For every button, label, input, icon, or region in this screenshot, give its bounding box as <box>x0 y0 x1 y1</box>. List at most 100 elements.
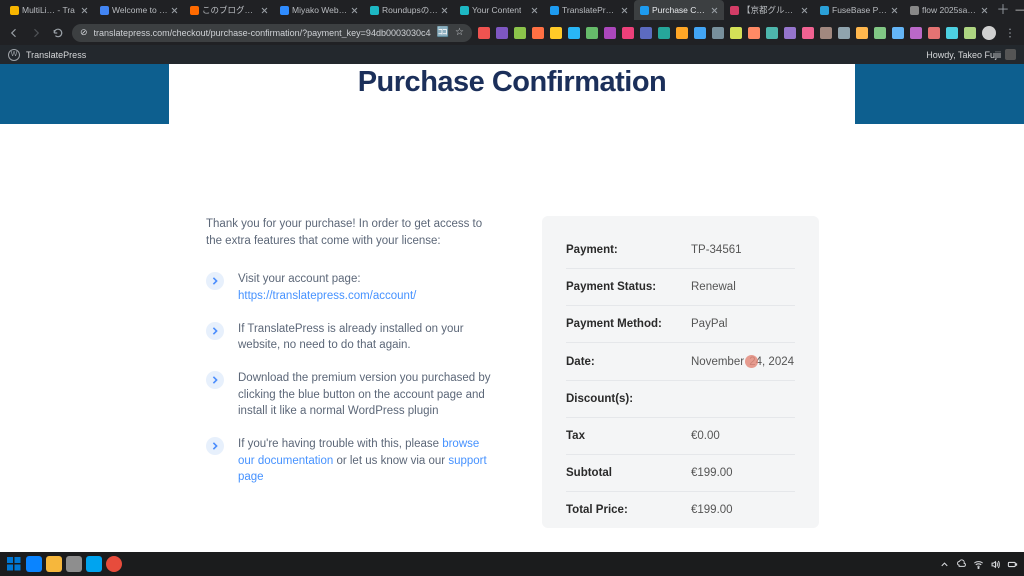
summary-row: Payment Status:Renewal <box>566 269 795 306</box>
cloud-icon[interactable] <box>956 559 967 570</box>
extension-icon[interactable] <box>532 27 544 39</box>
close-tab-icon[interactable] <box>801 7 808 14</box>
extension-icon[interactable] <box>838 27 850 39</box>
extension-icon[interactable] <box>568 27 580 39</box>
wp-howdy[interactable]: Howdy, Takeo Fujii <box>926 49 1016 60</box>
close-tab-icon[interactable] <box>981 7 988 14</box>
extension-icon[interactable] <box>928 27 940 39</box>
extensions-strip <box>478 27 976 39</box>
site-info-icon[interactable]: ⊘ <box>80 27 88 38</box>
tab-title: このブログは最… <box>202 4 258 16</box>
browser-tab[interactable]: このブログは最… <box>184 0 274 20</box>
url-input[interactable] <box>94 28 431 38</box>
windows-taskbar <box>0 552 1024 576</box>
step-link[interactable]: https://translatepress.com/account/ <box>238 290 416 302</box>
close-tab-icon[interactable] <box>711 7 718 14</box>
forward-button[interactable] <box>28 25 44 41</box>
step-text: Download the premium version you purchas… <box>238 370 496 420</box>
close-tab-icon[interactable] <box>891 7 898 14</box>
favicon <box>910 6 919 15</box>
extension-icon[interactable] <box>604 27 616 39</box>
page-title: Purchase Confirmation <box>358 66 667 99</box>
tab-title: 【京都グルメ】京… <box>742 4 798 16</box>
wp-user-avatar <box>1005 49 1016 60</box>
extension-icon[interactable] <box>676 27 688 39</box>
browser-tab[interactable]: 【京都グルメ】京… <box>724 0 814 20</box>
extension-icon[interactable] <box>784 27 796 39</box>
browser-tab[interactable]: Welcome to D… <box>94 0 184 20</box>
extension-icon[interactable] <box>712 27 724 39</box>
step-link[interactable]: browse our documentation <box>238 438 479 467</box>
battery-icon[interactable] <box>1007 559 1018 570</box>
extension-icon[interactable] <box>802 27 814 39</box>
taskbar-app[interactable] <box>26 556 42 572</box>
extension-icon[interactable] <box>622 27 634 39</box>
extension-icon[interactable] <box>766 27 778 39</box>
taskbar-app[interactable] <box>86 556 102 572</box>
bookmark-icon[interactable]: ☆ <box>455 27 464 38</box>
browser-tab[interactable]: MultiLi… - Tra <box>4 0 94 20</box>
new-tab-button[interactable]: ＋ <box>994 2 1012 20</box>
extension-icon[interactable] <box>856 27 868 39</box>
extension-icon[interactable] <box>586 27 598 39</box>
wp-howdy-text: Howdy, Takeo Fujii <box>926 50 1001 60</box>
close-tab-icon[interactable] <box>531 7 538 14</box>
chrome-menu-button[interactable] <box>1002 25 1018 41</box>
browser-tab[interactable]: FuseBase Pro… <box>814 0 904 20</box>
wp-logo-icon[interactable] <box>8 49 20 61</box>
extension-icon[interactable] <box>820 27 832 39</box>
summary-label: Total Price: <box>566 504 691 516</box>
tab-title: Miyako Web A… <box>292 5 348 15</box>
browser-tab[interactable]: Roundupsの作… <box>364 0 454 20</box>
extension-icon[interactable] <box>478 27 490 39</box>
browser-tab[interactable]: flow 2025san… <box>904 0 994 20</box>
taskbar-app[interactable] <box>66 556 82 572</box>
taskbar-app[interactable] <box>106 556 122 572</box>
back-button[interactable] <box>6 25 22 41</box>
close-tab-icon[interactable] <box>621 7 628 14</box>
browser-chrome: MultiLi… - TraWelcome to D… このブログは最… Miyak… <box>0 0 1024 64</box>
arrow-right-icon <box>206 437 224 455</box>
close-tab-icon[interactable] <box>351 7 358 14</box>
close-tab-icon[interactable] <box>441 7 448 14</box>
extension-icon[interactable] <box>910 27 922 39</box>
intro-text: Thank you for your purchase! In order to… <box>206 216 496 249</box>
translate-icon[interactable]: 🈁 <box>437 27 449 38</box>
summary-label: Payment Status: <box>566 281 691 293</box>
reload-button[interactable] <box>50 25 66 41</box>
wp-site-name[interactable]: TranslatePress <box>26 50 86 60</box>
address-bar[interactable]: ⊘ 🈁 ☆ <box>72 24 472 42</box>
extension-icon[interactable] <box>964 27 976 39</box>
extension-icon[interactable] <box>694 27 706 39</box>
minimize-button[interactable]: — <box>1012 0 1024 20</box>
extension-icon[interactable] <box>514 27 526 39</box>
extension-icon[interactable] <box>550 27 562 39</box>
close-tab-icon[interactable] <box>171 7 178 14</box>
taskbar-app[interactable] <box>46 556 62 572</box>
extension-icon[interactable] <box>496 27 508 39</box>
annotation-dot <box>745 355 758 368</box>
extension-icon[interactable] <box>874 27 886 39</box>
extension-icon[interactable] <box>730 27 742 39</box>
extension-icon[interactable] <box>658 27 670 39</box>
favicon <box>100 6 109 15</box>
summary-value: PayPal <box>691 318 727 330</box>
browser-tab[interactable]: Miyako Web A… <box>274 0 364 20</box>
wifi-icon[interactable] <box>973 559 984 570</box>
profile-avatar[interactable] <box>982 26 996 40</box>
browser-tab[interactable]: Your Content <box>454 0 544 20</box>
close-tab-icon[interactable] <box>81 7 88 14</box>
extension-icon[interactable] <box>946 27 958 39</box>
extension-icon[interactable] <box>892 27 904 39</box>
extension-icon[interactable] <box>640 27 652 39</box>
summary-value: Renewal <box>691 281 736 293</box>
browser-tab[interactable]: Purchase Conf… <box>634 0 724 20</box>
volume-icon[interactable] <box>990 559 1001 570</box>
start-button[interactable] <box>6 556 22 572</box>
extension-icon[interactable] <box>748 27 760 39</box>
step-item: If you're having trouble with this, plea… <box>206 436 496 486</box>
system-tray[interactable] <box>939 559 1018 570</box>
tray-up-icon[interactable] <box>939 559 950 570</box>
browser-tab[interactable]: TranslatePress… <box>544 0 634 20</box>
close-tab-icon[interactable] <box>261 7 268 14</box>
